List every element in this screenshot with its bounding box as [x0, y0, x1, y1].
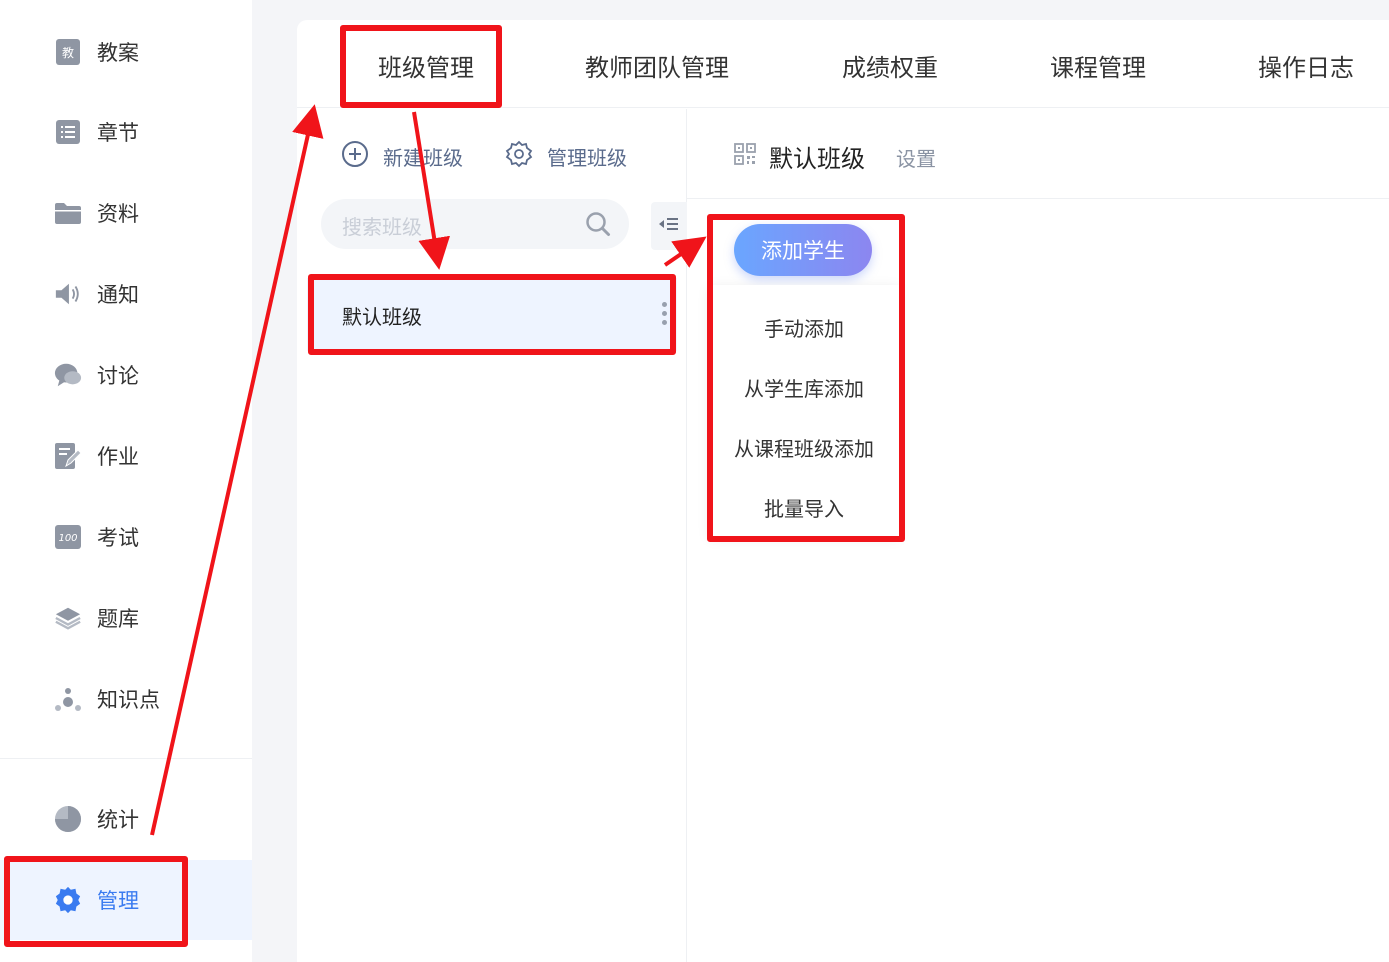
sidebar-item-lesson-plan[interactable]: 教 教案	[54, 34, 139, 70]
new-class-button[interactable]: 新建班级	[341, 139, 463, 173]
lesson-plan-icon: 教	[54, 38, 82, 66]
manage-class-label: 管理班级	[547, 145, 627, 170]
manage-class-button[interactable]: 管理班级	[505, 139, 627, 173]
sidebar-item-statistics[interactable]: 统计	[54, 801, 139, 837]
search-input[interactable]: 搜索班级	[321, 199, 629, 249]
chat-bubble-icon	[54, 361, 82, 389]
class-title: 默认班级	[769, 145, 865, 173]
sidebar-item-materials[interactable]: 资料	[54, 195, 139, 231]
list-icon	[54, 118, 82, 146]
new-class-label: 新建班级	[383, 145, 463, 170]
search-placeholder: 搜索班级	[342, 215, 422, 239]
svg-text:教: 教	[62, 45, 74, 60]
sidebar-item-chapters[interactable]: 章节	[54, 114, 139, 150]
sidebar-item-label: 通知	[97, 283, 139, 307]
sidebar-item-label: 资料	[97, 202, 139, 226]
svg-text:100: 100	[58, 533, 77, 544]
tab-course-management[interactable]: 课程管理	[1050, 48, 1146, 83]
annotation-box-class-row	[308, 274, 676, 355]
collapse-menu-icon	[658, 216, 680, 236]
sidebar-item-label: 教案	[97, 41, 139, 65]
sidebar-item-knowledge-points[interactable]: 知识点	[54, 681, 160, 717]
sidebar-item-notice[interactable]: 通知	[54, 276, 139, 312]
sidebar-divider	[0, 758, 252, 759]
sidebar-item-label: 章节	[97, 121, 139, 145]
score-100-icon: 100	[54, 523, 82, 551]
search-icon[interactable]	[585, 211, 611, 241]
sidebar-item-question-bank[interactable]: 题库	[54, 600, 139, 636]
annotation-box-manage	[4, 856, 188, 947]
sidebar-item-label: 题库	[97, 607, 139, 631]
class-list-pane: 新建班级 管理班级 搜索班级 默认班级	[297, 109, 687, 962]
nodes-icon	[54, 685, 82, 713]
class-header: 默认班级 设置	[687, 109, 1389, 199]
tab-teacher-team[interactable]: 教师团队管理	[585, 48, 729, 83]
sidebar-item-label: 知识点	[97, 688, 160, 712]
speaker-icon	[54, 280, 82, 308]
class-settings-link[interactable]: 设置	[896, 143, 936, 172]
edit-document-icon	[54, 442, 82, 470]
sidebar-item-label: 考试	[97, 526, 139, 550]
settings-gear-icon	[505, 140, 533, 172]
sidebar-item-label: 统计	[97, 808, 139, 832]
tab-operation-log[interactable]: 操作日志	[1258, 48, 1354, 83]
layers-icon	[54, 604, 82, 632]
plus-circle-icon	[341, 140, 369, 172]
pie-chart-icon	[54, 805, 82, 833]
sidebar-item-discussion[interactable]: 讨论	[54, 357, 139, 393]
sidebar-item-label: 作业	[97, 445, 139, 469]
sidebar: 教 教案 章节 资料 通知 讨论 作业 100 考试 题库 知识点 统计 管理	[0, 0, 252, 962]
annotation-box-add-menu	[707, 214, 905, 542]
annotation-box-tab	[340, 25, 502, 108]
sidebar-item-exam[interactable]: 100 考试	[54, 519, 139, 555]
folder-icon	[54, 199, 82, 227]
tab-grade-weights[interactable]: 成绩权重	[842, 48, 938, 83]
collapse-pane-button[interactable]	[651, 202, 687, 250]
sidebar-item-homework[interactable]: 作业	[54, 438, 139, 474]
qr-code-icon[interactable]	[734, 143, 756, 169]
sidebar-item-label: 讨论	[97, 364, 139, 388]
